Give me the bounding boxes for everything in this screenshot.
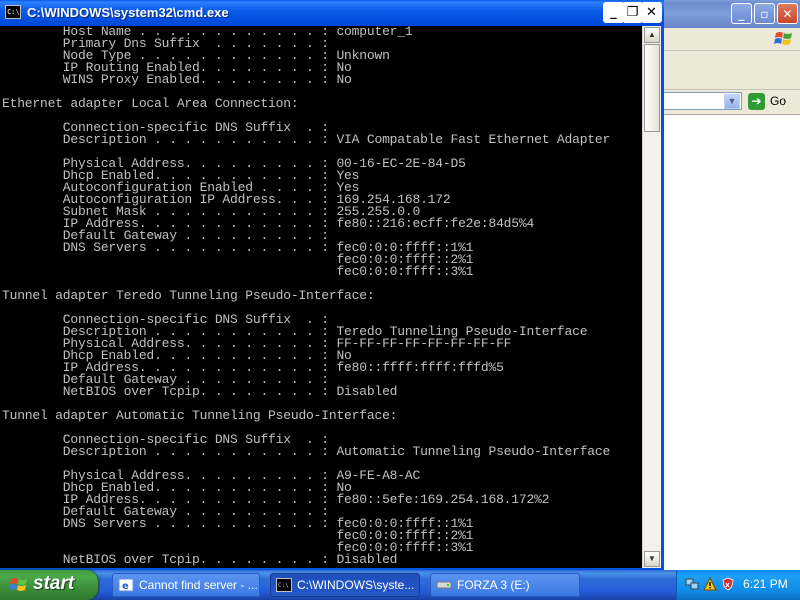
go-label: Go [770, 94, 787, 108]
console-line: Ethernet adapter Local Area Connection: [2, 96, 299, 111]
taskbar-item-cmd[interactable]: C:\ C:\WINDOWS\syste... [270, 573, 420, 597]
cmd-window-title: C:\WINDOWS\system32\cmd.exe [27, 5, 229, 20]
taskbar-item-label: FORZA 3 (E:) [457, 578, 530, 592]
svg-text:C:\: C:\ [278, 582, 289, 589]
cmd-title-bar[interactable]: C:\ C:\WINDOWS\system32\cmd.exe _ ❐ ✕ [0, 0, 664, 26]
close-button[interactable]: ✕ [641, 2, 662, 23]
taskbar-item-label: C:\WINDOWS\syste... [297, 578, 415, 592]
cmd-window-icon: C:\ [5, 5, 21, 19]
cmd-window[interactable]: C:\ C:\WINDOWS\system32\cmd.exe _ ❐ ✕ Ho… [0, 0, 664, 570]
close-button[interactable]: ✕ [777, 3, 798, 24]
vertical-scrollbar[interactable]: ▲ ▼ [642, 26, 661, 568]
warning-icon[interactable] [703, 577, 717, 591]
go-arrow-icon: ➔ [748, 93, 765, 110]
maximize-button[interactable]: ❐ [622, 2, 643, 23]
console-line: fec0:0:0:ffff::3%1 [2, 264, 474, 279]
taskbar-item-drive[interactable]: FORZA 3 (E:) [430, 573, 580, 597]
clock[interactable]: 6:21 PM [743, 577, 788, 591]
scroll-down-button[interactable]: ▼ [644, 551, 660, 567]
chevron-down-icon[interactable]: ▼ [724, 94, 740, 109]
console-line: Description . . . . . . . . . . . : Auto… [2, 444, 611, 459]
minimize-button[interactable]: _ [731, 3, 752, 24]
maximize-button[interactable]: ▫ [754, 3, 775, 24]
ie-icon: e [118, 578, 134, 592]
windows-flag-icon [10, 578, 27, 591]
go-button[interactable]: ➔ Go [748, 92, 798, 112]
security-shield-icon[interactable]: x [721, 577, 735, 591]
scroll-up-button[interactable]: ▲ [644, 27, 660, 43]
console-line: Description . . . . . . . . . . . : VIA … [2, 132, 611, 147]
address-input[interactable]: ▼ [662, 92, 742, 110]
browser-title-bar[interactable]: _ ▫ ✕ [662, 0, 800, 28]
system-tray: x 6:21 PM [676, 570, 800, 600]
drive-icon [436, 581, 452, 589]
start-label: start [33, 573, 75, 594]
console-output[interactable]: Host Name . . . . . . . . . . . . : comp… [0, 26, 642, 568]
console-line: NetBIOS over Tcpip. . . . . . . . : Disa… [2, 552, 398, 567]
taskbar: start e Cannot find server - ... C:\ C:\… [0, 570, 800, 600]
address-bar: ▼ ➔ Go [662, 90, 800, 115]
cmd-icon: C:\ [276, 578, 292, 592]
scroll-thumb[interactable] [644, 44, 660, 132]
console-line: WINS Proxy Enabled. . . . . . . . : No [2, 72, 352, 87]
svg-text:x: x [725, 581, 730, 589]
minimize-button[interactable]: _ [603, 2, 624, 23]
network-icon[interactable] [685, 577, 699, 591]
background-browser-window[interactable]: _ ▫ ✕ ▼ ➔ Go [662, 0, 800, 570]
windows-logo-icon [774, 32, 792, 45]
browser-toolbar [662, 51, 800, 90]
console-text: Host Name . . . . . . . . . . . . : comp… [0, 26, 642, 566]
taskbar-item-browser[interactable]: e Cannot find server - ... [112, 573, 260, 597]
console-line: NetBIOS over Tcpip. . . . . . . . : Disa… [2, 384, 398, 399]
start-button[interactable]: start [0, 570, 98, 600]
svg-text:e: e [122, 581, 129, 592]
taskbar-item-label: Cannot find server - ... [139, 578, 258, 592]
console-line: Tunnel adapter Automatic Tunneling Pseud… [2, 408, 398, 423]
console-line: Tunnel adapter Teredo Tunneling Pseudo-I… [2, 288, 375, 303]
